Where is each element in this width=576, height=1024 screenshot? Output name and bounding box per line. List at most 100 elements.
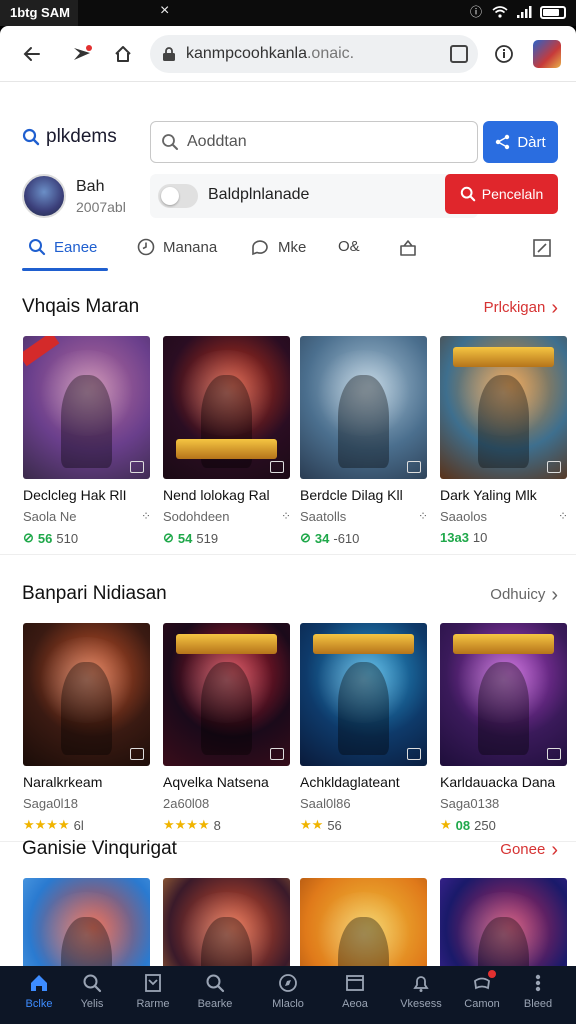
home-icon[interactable]	[107, 38, 139, 70]
more-options-icon[interactable]: ⁘	[558, 509, 568, 524]
stat-text: 519	[196, 530, 219, 546]
rating-stars-icon: ★	[440, 817, 452, 832]
game-meta: Saaolos ⁘	[440, 509, 568, 524]
game-card[interactable]: Aqvelka Natsena 2a60l08 ★★★★ 8	[163, 623, 290, 833]
game-meta: Saal0l86	[300, 796, 427, 811]
search-icon	[29, 239, 46, 256]
brand-label: plkdems	[46, 126, 117, 147]
game-card[interactable]: Dark Yaling Mlk Saaolos ⁘ 13a3 10	[440, 336, 568, 545]
share-icon[interactable]	[66, 38, 98, 70]
clock-icon	[137, 238, 155, 256]
stat-strong: 34	[314, 530, 330, 546]
status-icons: ⓘ	[468, 5, 566, 19]
game-title: Dark Yaling Mlk	[440, 487, 537, 503]
game-card[interactable]	[163, 878, 290, 966]
game-card[interactable]: Karldauacka Dana Saga0138 ★ 08 250	[440, 623, 567, 833]
bottom-nav-item[interactable]: Aeoa	[323, 972, 387, 1010]
chat-icon	[252, 240, 268, 256]
search-input[interactable]: Aoddtan	[150, 121, 478, 163]
bell-icon	[413, 976, 429, 992]
game-card[interactable]	[440, 878, 567, 966]
tab-chat[interactable]: Mke	[250, 238, 306, 256]
game-card[interactable]: Berdcle Dilag Kll Saatolls ⁘ ⊘ 34 -610	[300, 336, 428, 546]
tab-games[interactable]: Eanee	[28, 238, 97, 256]
bottom-nav-label: Mlaclo	[272, 998, 304, 1010]
user-subtitle: 2007abl	[76, 199, 126, 215]
bottom-nav-item[interactable]: Vkesess	[389, 972, 453, 1010]
section-link[interactable]: Prlckigan ›	[483, 298, 558, 318]
expand-icon[interactable]	[547, 461, 561, 473]
search-icon	[206, 974, 225, 993]
compass-icon	[279, 974, 297, 992]
game-title: Naralkrkeam	[23, 774, 103, 790]
search-submit-button[interactable]: Dàrt	[483, 121, 558, 163]
section-link[interactable]: Odhuicy ›	[490, 585, 558, 605]
bag-icon	[400, 240, 416, 256]
game-logo	[312, 634, 415, 655]
tab-switch-icon[interactable]	[450, 45, 468, 63]
expand-icon[interactable]	[270, 748, 284, 760]
bottom-nav-label: Bearke	[197, 998, 233, 1010]
game-meta-text: Saola Ne	[23, 509, 77, 524]
bottom-nav-item[interactable]: Yelis	[60, 972, 124, 1010]
tab-recent[interactable]: Manana	[137, 238, 217, 256]
check-icon: ⊘	[300, 530, 311, 545]
rating-stars-icon: ★★★★	[163, 817, 210, 832]
stat-text: 8	[213, 817, 221, 833]
tab-search[interactable]: O&	[338, 238, 360, 255]
app-window: kanmpcoohkanla.onaic. plkdems Aoddtan Dà…	[0, 26, 576, 966]
game-stat: ★ 08 250	[440, 817, 567, 833]
expand-icon[interactable]	[547, 748, 561, 760]
game-card[interactable]: Naralkrkeam Saga0l18 ★★★★ 6l	[23, 623, 150, 833]
bottom-nav-label: Camon	[464, 998, 500, 1010]
game-card[interactable]	[23, 878, 150, 966]
expand-icon[interactable]	[130, 748, 144, 760]
tab-shop[interactable]	[398, 238, 418, 258]
expand-icon[interactable]	[407, 461, 421, 473]
bottom-nav-item[interactable]: Rarme	[121, 972, 185, 1010]
toggle-switch[interactable]	[158, 184, 198, 208]
close-icon[interactable]: ×	[160, 2, 169, 20]
expand-icon[interactable]	[407, 748, 421, 760]
game-card[interactable]	[300, 878, 427, 966]
stat-text: 56	[327, 817, 342, 833]
back-arrow-icon[interactable]	[16, 38, 48, 70]
expand-icon[interactable]	[130, 461, 144, 473]
game-meta: Saola Ne ⁘	[23, 509, 151, 524]
bottom-nav-label: Vkesess	[400, 998, 442, 1010]
user-avatar[interactable]	[22, 174, 66, 218]
game-thumbnail	[440, 878, 567, 966]
url-suffix: .onaic.	[306, 45, 355, 62]
expand-icon[interactable]	[270, 461, 284, 473]
address-bar[interactable]: kanmpcoohkanla.onaic.	[150, 35, 478, 73]
game-title: Nend lolokag Ral	[163, 487, 270, 503]
notification-badge	[488, 970, 496, 978]
more-options-icon[interactable]: ⁘	[281, 509, 291, 524]
profile-avatar[interactable]	[533, 40, 561, 68]
bottom-nav-item[interactable]: Camon	[450, 970, 514, 1010]
red-action-button[interactable]: Pencelaln	[445, 174, 558, 214]
bottom-nav-item[interactable]: Mlaclo	[256, 972, 320, 1010]
red-action-label: Pencelaln	[481, 186, 544, 202]
game-card[interactable]: Achkldaglateant Saal0l86 ★★ 56	[300, 623, 427, 833]
info-icon[interactable]	[488, 38, 520, 70]
bottom-nav-item[interactable]: Bleed	[506, 972, 570, 1010]
thumbnail-character	[338, 661, 389, 755]
brand[interactable]: plkdems	[22, 126, 117, 148]
game-meta-text: 2a60l08	[163, 796, 210, 811]
bottom-nav-item[interactable]: Bearke	[183, 972, 247, 1010]
game-card[interactable]: Nend lolokag Ral Sodohdeen ⁘ ⊘ 54 519	[163, 336, 291, 546]
section-link-label: Prlckigan	[483, 299, 546, 316]
tab-edit[interactable]	[532, 238, 552, 258]
game-meta-text: Saga0l18	[23, 796, 78, 811]
stat-strong: 54	[177, 530, 193, 546]
game-meta-text: Saga0138	[440, 796, 500, 811]
more-options-icon[interactable]: ⁘	[418, 509, 428, 524]
game-card[interactable]: Declcleg Hak RlI Saola Ne ⁘ ⊘ 56 510	[23, 336, 151, 546]
thumbnail-character	[338, 374, 389, 468]
section-link[interactable]: Gonee ›	[500, 840, 558, 860]
more-options-icon[interactable]: ⁘	[141, 509, 151, 524]
url-text: kanmpcoohkanla.onaic.	[186, 45, 354, 63]
game-thumbnail	[440, 623, 567, 766]
game-meta: Saatolls ⁘	[300, 509, 428, 524]
